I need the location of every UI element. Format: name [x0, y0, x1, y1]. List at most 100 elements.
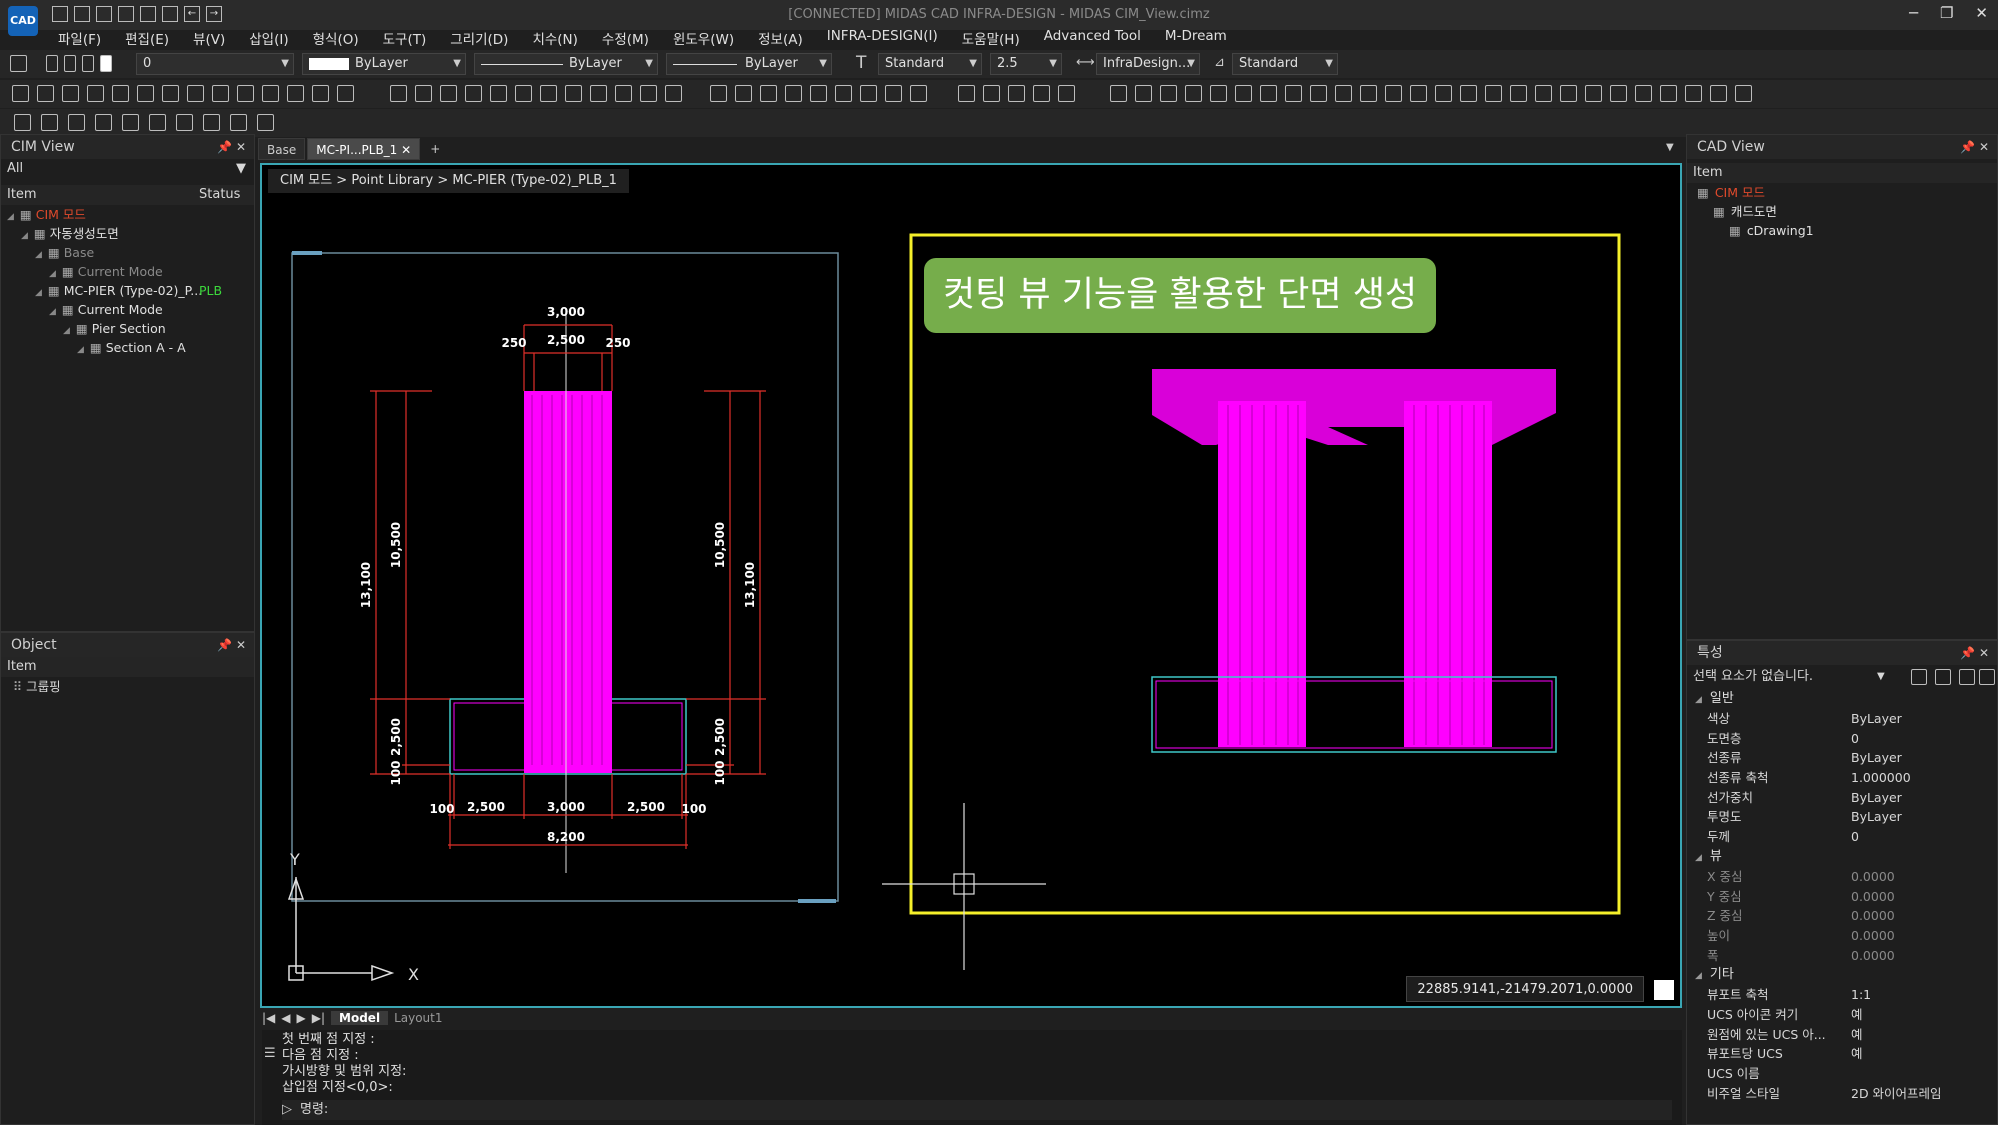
- command-menu-icon[interactable]: ☰: [264, 1046, 276, 1061]
- selection-select[interactable]: 선택 요소가 없습니다. ▼: [1687, 665, 1997, 689]
- expand-icon[interactable]: ◢: [49, 307, 56, 317]
- tool-icon[interactable]: [710, 85, 727, 102]
- expand-icon[interactable]: ◢: [49, 269, 56, 279]
- cim-filter[interactable]: All ▼: [1, 159, 254, 179]
- tool-icon[interactable]: [212, 85, 229, 102]
- table-icon[interactable]: [983, 85, 1000, 102]
- table-icon[interactable]: [958, 85, 975, 102]
- menu-item[interactable]: 삽입(I): [249, 28, 288, 48]
- tool-icon[interactable]: [910, 85, 927, 102]
- menu-item[interactable]: Advanced Tool: [1044, 28, 1141, 48]
- nav-next-icon[interactable]: ▶: [297, 1011, 306, 1025]
- tree-item[interactable]: ▦ 캐드도면: [1687, 202, 1997, 221]
- tool-icon[interactable]: [1510, 85, 1527, 102]
- expand-icon[interactable]: ◢: [35, 250, 42, 260]
- expand-icon[interactable]: ◢: [77, 345, 84, 355]
- layer-select[interactable]: 0 ▼: [136, 53, 294, 75]
- tree-item[interactable]: ◢ ▦ Pier Section: [1, 319, 254, 338]
- property-section[interactable]: ◢ 일반: [1687, 689, 1997, 709]
- tree-item[interactable]: ▦ cDrawing1: [1687, 221, 1997, 240]
- menu-item[interactable]: M-Dream: [1165, 28, 1227, 48]
- tool-icon[interactable]: [515, 85, 532, 102]
- tool-icon[interactable]: [1260, 85, 1277, 102]
- tool-icon[interactable]: [760, 85, 777, 102]
- table-style-icon[interactable]: ⊿: [1214, 55, 1225, 70]
- pin-close-icons[interactable]: 📌 ✕: [217, 633, 246, 657]
- tool-icon[interactable]: [1135, 85, 1152, 102]
- property-row[interactable]: 선종류 축척 1.000000: [1687, 768, 1997, 788]
- property-row[interactable]: 도면층 0: [1687, 729, 1997, 749]
- tool-icon[interactable]: [1460, 85, 1477, 102]
- menu-item[interactable]: INFRA-DESIGN(I): [827, 28, 938, 48]
- property-row[interactable]: 뷰포트당 UCS 예: [1687, 1044, 1997, 1064]
- tool-icon[interactable]: [1335, 85, 1352, 102]
- tool-icon[interactable]: [257, 114, 274, 131]
- tool-icon[interactable]: [1710, 85, 1727, 102]
- lock-icon[interactable]: [82, 55, 94, 72]
- tool-icon[interactable]: [137, 85, 154, 102]
- property-row[interactable]: 선가중치 ByLayer: [1687, 788, 1997, 808]
- tool-icon[interactable]: [1610, 85, 1627, 102]
- tool-icon[interactable]: [149, 114, 166, 131]
- tool-icon[interactable]: [1310, 85, 1327, 102]
- pin-close-icons[interactable]: 📌 ✕: [1960, 135, 1989, 159]
- tool-icon[interactable]: [835, 85, 852, 102]
- tool-icon[interactable]: [287, 85, 304, 102]
- property-row[interactable]: Y 중심 0.0000: [1687, 887, 1997, 907]
- table-style-select[interactable]: Standard ▼: [1232, 53, 1338, 75]
- sun-icon[interactable]: [64, 55, 76, 72]
- menu-item[interactable]: 파일(F): [58, 28, 101, 48]
- tool-icon[interactable]: [665, 85, 682, 102]
- expand-icon[interactable]: ◢: [63, 326, 70, 336]
- property-row[interactable]: 폭 0.0000: [1687, 946, 1997, 966]
- collapse-icon[interactable]: ◢: [1695, 853, 1702, 863]
- minimize-icon[interactable]: ─: [1909, 4, 1918, 22]
- tool-icon[interactable]: [1735, 85, 1752, 102]
- bulb-icon[interactable]: [46, 55, 58, 72]
- drawing-viewport[interactable]: CIM 모드 > Point Library > MC-PIER (Type-0…: [260, 163, 1682, 1008]
- menu-item[interactable]: 형식(O): [313, 28, 359, 48]
- tool-icon[interactable]: [615, 85, 632, 102]
- tab-layout1[interactable]: Layout1: [394, 1011, 442, 1025]
- tool-icon[interactable]: [390, 85, 407, 102]
- tool-icon[interactable]: [176, 114, 193, 131]
- tool-icon[interactable]: [37, 85, 54, 102]
- menu-item[interactable]: 윈도우(W): [673, 28, 734, 48]
- tool-icon[interactable]: [162, 85, 179, 102]
- text-style-icon[interactable]: T: [856, 53, 866, 73]
- tab-base[interactable]: Base: [258, 138, 306, 160]
- tool-icon[interactable]: [885, 85, 902, 102]
- layer-color-icon[interactable]: [100, 55, 112, 72]
- tool-icon[interactable]: [203, 114, 220, 131]
- nav-first-icon[interactable]: |◀: [262, 1011, 275, 1025]
- tool-icon[interactable]: [1410, 85, 1427, 102]
- add-tab-button[interactable]: +: [422, 138, 448, 160]
- property-row[interactable]: 높이 0.0000: [1687, 926, 1997, 946]
- collapse-icon[interactable]: ◢: [1695, 695, 1702, 705]
- expand-icon[interactable]: ◢: [21, 231, 28, 241]
- match-props-icon[interactable]: [1979, 669, 1995, 685]
- tool-icon[interactable]: [1210, 85, 1227, 102]
- menu-item[interactable]: 도구(T): [383, 28, 427, 48]
- property-row[interactable]: 비주얼 스타일 2D 와이어프레임: [1687, 1084, 1997, 1104]
- property-row[interactable]: 뷰포트 축척 1:1: [1687, 985, 1997, 1005]
- tree-item[interactable]: ◢ ▦ Current Mode: [1, 262, 254, 281]
- linetype-select[interactable]: ByLayer ▼: [474, 53, 658, 75]
- viewport-grid-icon[interactable]: [1654, 980, 1674, 1000]
- property-row[interactable]: UCS 아이콘 켜기 예: [1687, 1005, 1997, 1025]
- collapse-icon[interactable]: ◢: [1695, 971, 1702, 981]
- tool-icon[interactable]: [1560, 85, 1577, 102]
- tool-icon[interactable]: [262, 85, 279, 102]
- pin-close-icons[interactable]: 📌 ✕: [1960, 641, 1989, 665]
- menu-item[interactable]: 정보(A): [758, 28, 803, 48]
- dim-style-select[interactable]: InfraDesign... ▼: [1096, 53, 1200, 75]
- text-style-select[interactable]: Standard ▼: [878, 53, 982, 75]
- tool-icon[interactable]: [1360, 85, 1377, 102]
- text-height-select[interactable]: 2.5 ▼: [990, 53, 1062, 75]
- property-row[interactable]: 선종류 ByLayer: [1687, 748, 1997, 768]
- menu-item[interactable]: 치수(N): [532, 28, 577, 48]
- property-row[interactable]: UCS 이름: [1687, 1064, 1997, 1084]
- tool-icon[interactable]: [1635, 85, 1652, 102]
- expand-icon[interactable]: ◢: [35, 288, 42, 298]
- tree-item[interactable]: ◢ ▦ 자동생성도면: [1, 224, 254, 243]
